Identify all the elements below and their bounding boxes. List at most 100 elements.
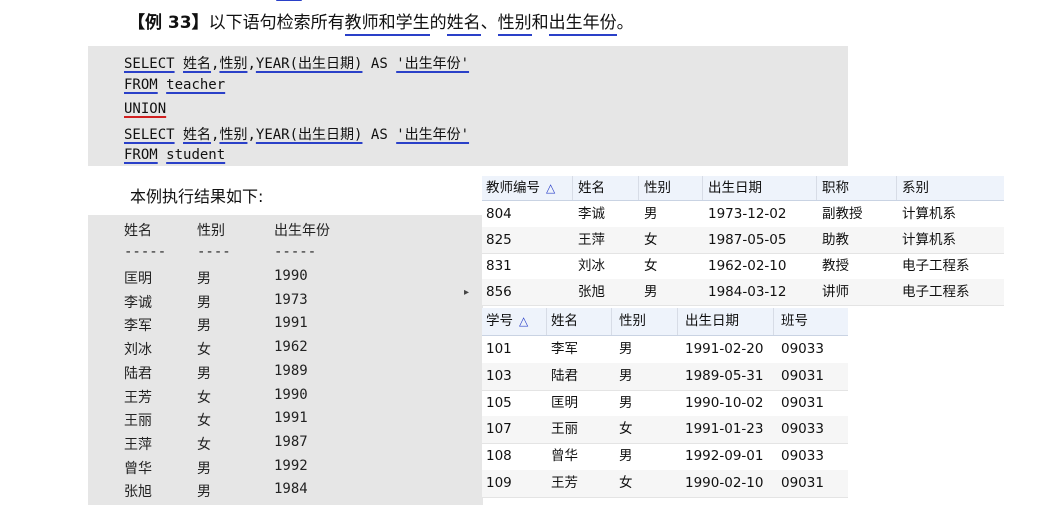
- result-cell: 男: [197, 460, 211, 477]
- result-caption: 本例执行结果如下:: [130, 187, 264, 206]
- student-row[interactable]: 103 陆君 男 1989-05-31 09031: [482, 362, 848, 391]
- column-header-birthdate[interactable]: 出生日期: [708, 176, 817, 200]
- student-row[interactable]: 105 匡明 男 1990-10-02 09031: [482, 390, 848, 418]
- teacher-cell: 804: [486, 206, 512, 222]
- result-cell: 男: [197, 365, 211, 382]
- teacher-row[interactable]: 804 李诚 男 1973-12-02 副教授 计算机系: [482, 201, 1004, 228]
- sql-code-block: SELECT 姓名,性别,YEAR(出生日期) AS '出生年份' FROM t…: [88, 46, 848, 166]
- sql-line-4: SELECT 姓名,性别,YEAR(出生日期) AS '出生年份': [124, 127, 470, 143]
- result-cell: 1984: [274, 481, 308, 498]
- result-cell: 曾华: [124, 460, 152, 477]
- student-cell: 李军: [551, 341, 578, 357]
- result-cell: 女: [197, 342, 211, 359]
- teacher-cell: 副教授: [822, 206, 863, 222]
- teacher-cell: 831: [486, 258, 512, 274]
- student-cell: 陆君: [551, 367, 578, 384]
- sort-ascending-icon: △: [546, 181, 556, 195]
- result-cell: 1973: [274, 291, 308, 308]
- student-cell: 09033: [781, 448, 824, 465]
- student-cell: 09033: [781, 341, 824, 357]
- column-header-teacher-id[interactable]: 教师编号 △: [486, 176, 573, 200]
- student-row[interactable]: 108 曾华 男 1992-09-01 09033: [482, 443, 848, 471]
- result-cell: 陆君: [124, 365, 152, 382]
- teacher-row[interactable]: 856 张旭 男 1984-03-12 讲师 电子工程系: [482, 279, 1004, 306]
- student-cell: 09031: [781, 367, 824, 384]
- column-header-birthdate[interactable]: 出生日期: [685, 308, 774, 335]
- column-header-department[interactable]: 系别: [902, 176, 1000, 200]
- student-cell: 09031: [781, 475, 824, 491]
- student-cell: 105: [486, 394, 512, 411]
- result-cell: 1962: [274, 339, 308, 356]
- result-cell: 男: [197, 318, 211, 335]
- student-cell: 曾华: [551, 448, 578, 465]
- sql-line-5: FROM student: [124, 147, 226, 163]
- teacher-cell: 王萍: [578, 232, 605, 248]
- student-cell: 1991-02-20: [685, 341, 764, 357]
- teacher-cell: 856: [486, 284, 512, 300]
- student-cell: 108: [486, 448, 512, 465]
- result-cell: 李诚: [124, 294, 152, 311]
- student-cell: 王芳: [551, 475, 578, 491]
- result-cell: 1989: [274, 362, 308, 379]
- teacher-cell: 张旭: [578, 284, 605, 300]
- student-row[interactable]: 101 李军 男 1991-02-20 09033: [482, 336, 848, 364]
- teacher-cell: 825: [486, 232, 512, 248]
- student-cell: 男: [619, 448, 633, 465]
- result-cell: 男: [197, 271, 211, 287]
- result-cell: 王丽: [124, 413, 152, 430]
- teacher-cell: 男: [644, 206, 658, 222]
- student-cell: 109: [486, 475, 512, 491]
- teacher-cell: 教授: [822, 258, 849, 274]
- column-header-title[interactable]: 职称: [822, 176, 897, 200]
- sql-line-3: UNION: [124, 101, 167, 117]
- result-cell: 女: [197, 413, 211, 430]
- student-table-header: 学号 △ 姓名 性别 出生日期 班号: [482, 308, 848, 336]
- student-cell: 1989-05-31: [685, 367, 764, 384]
- student-cell: 1990-02-10: [685, 475, 764, 491]
- student-cell: 男: [619, 394, 633, 411]
- result-cell: 1991: [274, 315, 308, 332]
- teacher-cell: 女: [644, 258, 658, 274]
- result-cell: 女: [197, 436, 211, 453]
- teacher-row[interactable]: 825 王萍 女 1987-05-05 助教 计算机系: [482, 227, 1004, 254]
- teacher-cell: 男: [644, 284, 658, 300]
- column-header-gender[interactable]: 性别: [619, 308, 678, 335]
- column-header-student-id[interactable]: 学号 △: [486, 308, 547, 335]
- teacher-cell: 1987-05-05: [708, 232, 787, 248]
- result-cell: 1990: [274, 386, 308, 403]
- student-row[interactable]: 109 王芳 女 1990-02-10 09031: [482, 470, 848, 498]
- result-cell: 1991: [274, 410, 308, 427]
- column-header-class[interactable]: 班号: [781, 308, 843, 335]
- student-cell: 1992-09-01: [685, 448, 764, 465]
- teacher-cell: 计算机系: [902, 206, 956, 222]
- student-cell: 男: [619, 341, 633, 357]
- student-cell: 女: [619, 475, 633, 491]
- teacher-cell: 女: [644, 232, 658, 248]
- student-cell: 1990-10-02: [685, 394, 764, 411]
- student-cell: 101: [486, 341, 512, 357]
- column-header-name[interactable]: 姓名: [578, 176, 639, 200]
- student-cell: 匡明: [551, 394, 578, 411]
- teacher-cell: 李诚: [578, 206, 605, 222]
- teacher-cell: 1962-02-10: [708, 258, 787, 274]
- result-cell: 王芳: [124, 389, 152, 406]
- column-header-name[interactable]: 姓名: [551, 308, 612, 335]
- sort-ascending-icon: △: [519, 314, 529, 328]
- student-row[interactable]: 107 王丽 女 1991-01-23 09033: [482, 416, 848, 445]
- teacher-table: 教师编号 △ 姓名 性别 出生日期 职称 系别 804 李诚男 1973-12-02 副…: [482, 176, 1004, 306]
- result-cell: 1992: [274, 457, 308, 474]
- teacher-cell: 讲师: [822, 284, 849, 300]
- student-cell: 1991-01-23: [685, 421, 764, 438]
- result-cell: 男: [197, 294, 211, 311]
- teacher-cell: 计算机系: [902, 232, 956, 248]
- result-cell: 匡明: [124, 271, 152, 287]
- teacher-cell: 电子工程系: [902, 258, 970, 274]
- sql-line-2: FROM teacher: [124, 77, 226, 93]
- example-heading: 【例 33】以下语句检索所有教师和学生的姓名、性别和出生年份。: [128, 0, 634, 36]
- teacher-cell: 助教: [822, 232, 849, 248]
- student-cell: 09031: [781, 394, 824, 411]
- column-header-gender[interactable]: 性别: [644, 176, 703, 200]
- student-cell: 107: [486, 421, 512, 438]
- result-cell: 1987: [274, 433, 308, 450]
- teacher-row[interactable]: 831 刘冰 女 1962-02-10 教授 电子工程系: [482, 253, 1004, 280]
